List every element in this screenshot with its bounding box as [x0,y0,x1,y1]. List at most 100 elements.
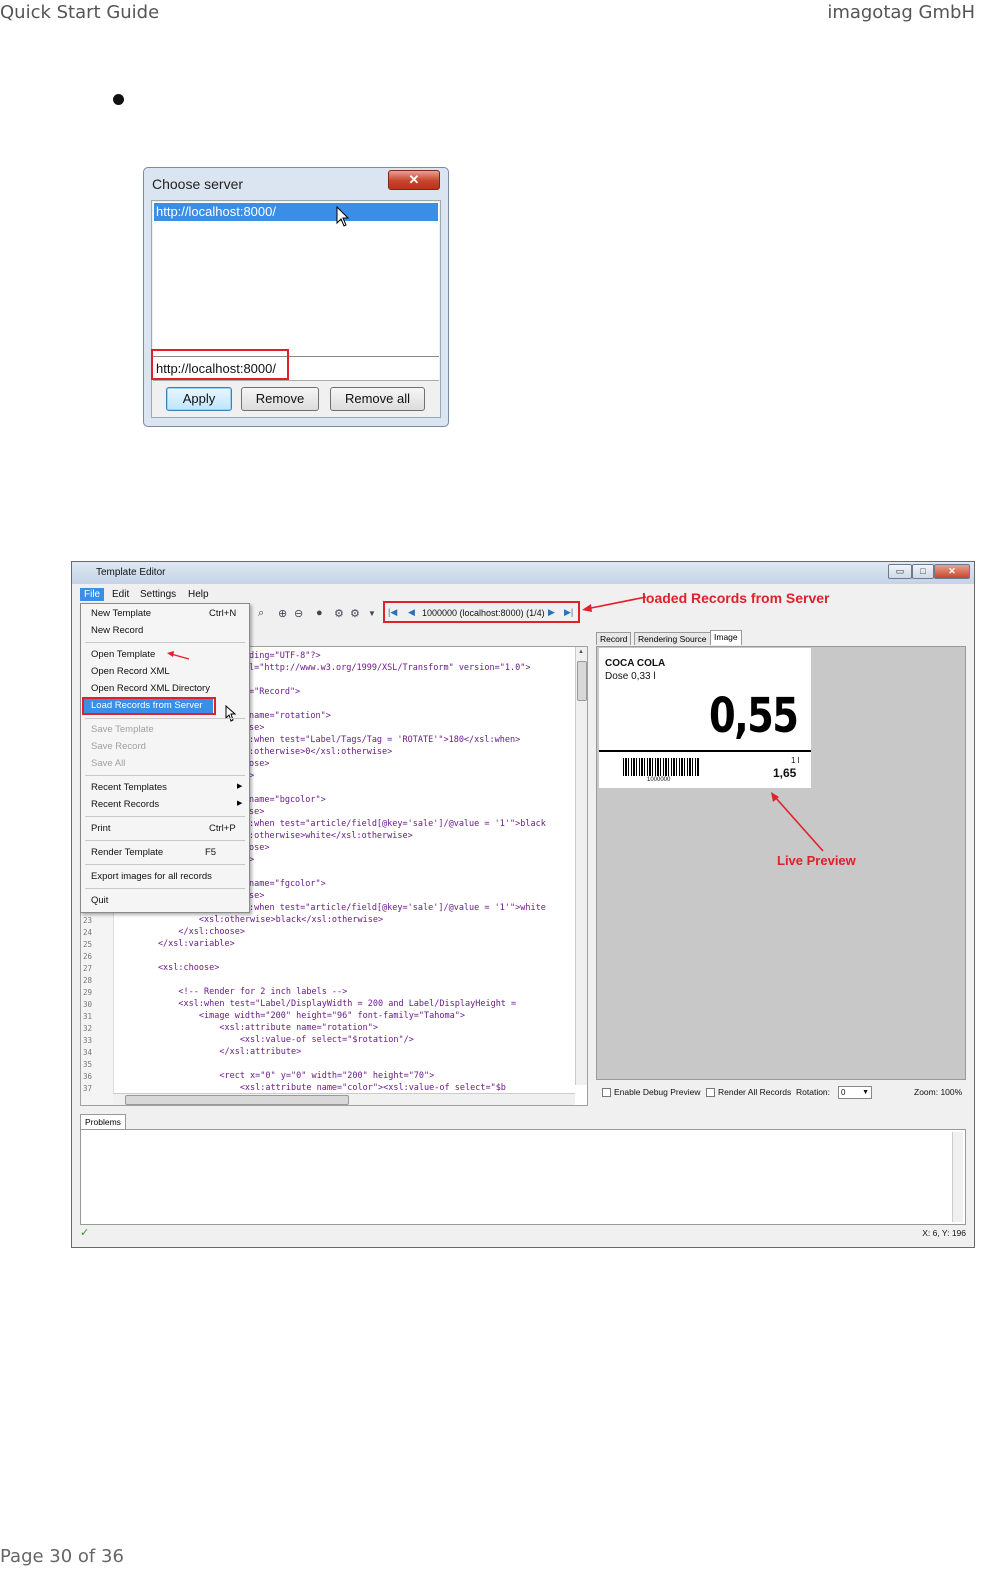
line-number: 33 [83,1036,93,1045]
gear-icon[interactable]: ⚙ [334,607,344,620]
tab-problems[interactable]: Problems [80,1114,126,1129]
label-divider [599,750,811,752]
status-bar: ✓ X: 6, Y: 196 [72,1224,974,1240]
label-unit: 1 l [791,756,800,765]
rotation-select[interactable]: 0 ▼ [838,1086,872,1099]
footer-page-number: Page 30 of 36 [0,1546,124,1567]
line-number: 26 [83,952,93,961]
vertical-scroll-thumb[interactable] [577,661,587,701]
menu-render-template[interactable]: Render Template [91,847,163,858]
submenu-arrow-icon: ▶ [237,800,243,807]
render-all-checkbox[interactable] [706,1088,715,1097]
label-preview: COCA COLA Dose 0,33 l 0,55 1000000 1 l 1… [599,648,811,788]
code-line: ding="UTF-8"?> [249,651,321,661]
apply-button[interactable]: Apply [166,387,232,411]
preview-panel: Record Rendering Source Image COCA COLA … [596,630,966,1106]
close-icon[interactable]: ✕ [388,170,440,190]
cursor-coordinates: X: 6, Y: 196 [922,1228,966,1238]
maximize-button[interactable]: □ [912,564,934,579]
scroll-up-icon[interactable]: ▲ [578,649,584,655]
menu-export-images[interactable]: Export images for all records [91,871,212,882]
annotation-live-preview: Live Preview [777,853,856,868]
header-left: Quick Start Guide [0,2,160,23]
menu-edit[interactable]: Edit [108,588,133,601]
zoom-out-icon[interactable]: ⊖ [294,607,303,620]
debug-preview-checkbox[interactable] [602,1088,611,1097]
menu-print[interactable]: Print [91,823,111,834]
line-number: 25 [83,940,93,949]
header-right: imagotag GmbH [827,2,975,23]
menu-quit[interactable]: Quit [91,895,108,906]
chevron-down-icon[interactable]: ▼ [368,609,376,618]
remove-all-button[interactable]: Remove all [330,387,425,411]
barcode-icon [623,758,699,776]
menu-open-template[interactable]: Open Template [91,649,155,660]
line-number: 28 [83,976,93,985]
record-icon[interactable]: ● [316,607,323,619]
code-line: <xsl:otherwise>black</xsl:otherwise> [117,915,384,925]
menu-settings[interactable]: Settings [136,588,180,601]
server-list-item[interactable]: http://localhost:8000/ [154,203,438,221]
code-line: </xsl:variable> [117,939,235,949]
menu-new-record[interactable]: New Record [91,625,143,636]
line-number: 37 [83,1084,93,1093]
code-line: <!-- Render for 2 inch labels --> [117,987,348,997]
code-line: name="fgcolor"> [249,879,326,889]
title-bar: Template Editor ▭ □ ✕ [72,562,974,584]
binoculars-icon[interactable]: ⌕ [258,607,264,620]
zoom-in-icon[interactable]: ⊕ [278,607,287,620]
menu-open-record-xml-directory[interactable]: Open Record XML Directory [91,683,210,694]
horizontal-scrollbar[interactable] [113,1093,575,1105]
shortcut-print: Ctrl+P [209,823,236,834]
code-line: <xsl:value-of select="$rotation"/> [117,1035,414,1045]
label-price: 0,55 [709,688,799,744]
arrow-loaded-records-icon [582,596,647,612]
code-line: :when test="article/field[@key='sale']/@… [249,819,546,829]
menu-separator [85,864,245,865]
settings-gear-icon[interactable]: ⚙ [350,607,360,620]
menu-save-template[interactable]: Save Template [91,724,154,735]
code-line: <xsl:when test="Label/DisplayWidth = 200… [117,999,517,1009]
line-number: 27 [83,964,93,973]
problems-list [80,1129,966,1225]
label-product-size: Dose 0,33 l [605,671,656,682]
shortcut-new-template: Ctrl+N [209,608,237,619]
horizontal-scroll-thumb[interactable] [125,1095,349,1105]
tab-rendering-source[interactable]: Rendering Source [634,632,711,645]
tab-image[interactable]: Image [710,630,742,645]
line-number: 30 [83,1000,93,1009]
code-line: <rect x="0" y="0" width="200" height="70… [117,1071,435,1081]
tab-record[interactable]: Record [596,632,632,645]
menu-separator [85,642,245,643]
preview-options: Enable Debug Preview Render All Records … [596,1082,966,1102]
close-window-button[interactable]: ✕ [934,564,970,579]
line-number: 35 [83,1060,93,1069]
chevron-down-icon: ▼ [862,1089,869,1096]
code-line: <xsl:attribute name="rotation"> [117,1023,378,1033]
mouse-cursor-icon [336,206,350,227]
arrow-open-template-icon [167,651,190,660]
menu-recent-records[interactable]: Recent Records [91,799,159,810]
check-icon: ✓ [80,1227,90,1239]
code-line: ose> [249,759,270,769]
minimize-button[interactable]: ▭ [888,564,912,579]
dialog-title: Choose server [152,176,244,192]
rotation-value: 0 [841,1088,846,1097]
remove-button[interactable]: Remove [241,387,319,411]
zoom-indicator: Zoom: 100% [914,1087,963,1097]
vertical-scrollbar[interactable]: ▲ [575,647,587,1085]
label-product-name: COCA COLA [605,658,666,669]
code-line: <xsl:attribute name="color"><xsl:value-o… [117,1083,506,1093]
menu-help[interactable]: Help [184,588,213,601]
menu-save-all[interactable]: Save All [91,758,125,769]
menu-new-template[interactable]: New Template [91,608,151,619]
code-line: :when test="Label/Tags/Tag = 'ROTATE'">1… [249,735,521,745]
menu-recent-templates[interactable]: Recent Templates [91,782,167,793]
code-line: l="http://www.w3.org/1999/XSL/Transform"… [249,663,531,673]
server-list[interactable]: http://localhost:8000/ [153,202,439,357]
menu-open-record-xml[interactable]: Open Record XML [91,666,170,677]
menu-save-record[interactable]: Save Record [91,741,146,752]
menu-file[interactable]: File [80,588,105,601]
problems-scrollbar[interactable] [952,1132,963,1222]
code-line: se> [249,891,265,901]
